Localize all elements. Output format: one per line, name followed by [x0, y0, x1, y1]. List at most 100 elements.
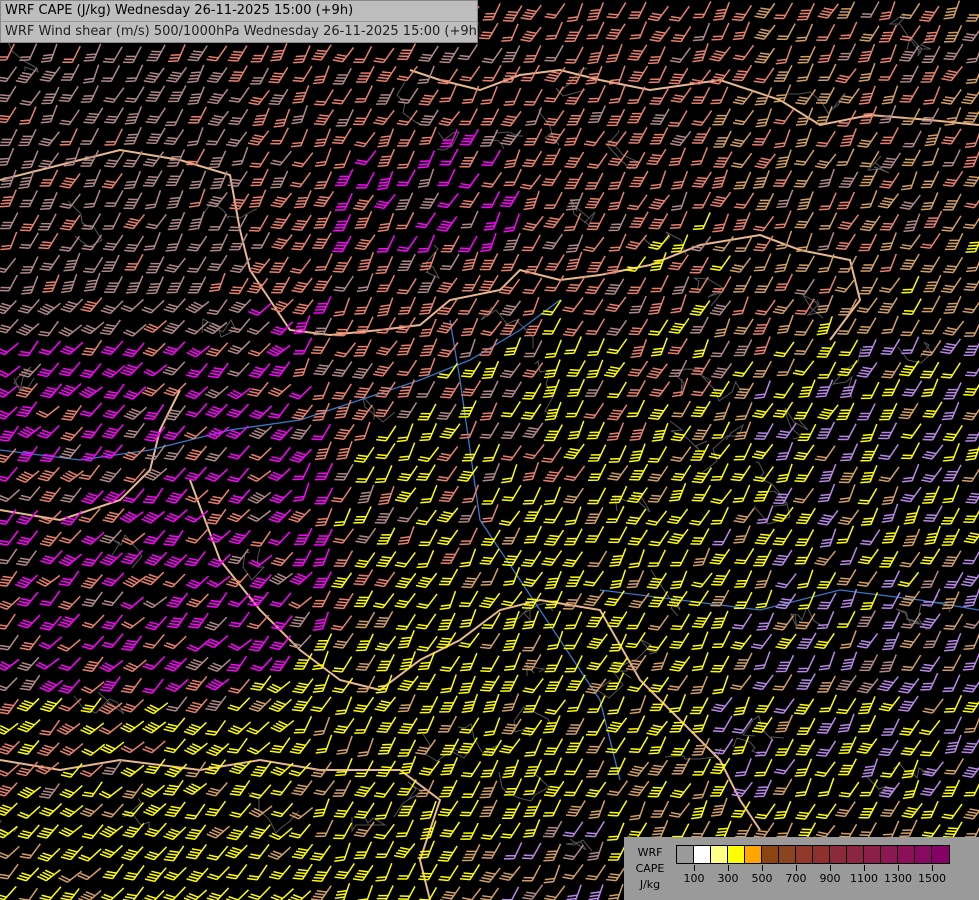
wind-barb — [461, 274, 481, 292]
wind-barb — [0, 212, 19, 230]
wind-barb — [731, 4, 753, 22]
legend-tick-label: 1300 — [884, 872, 912, 885]
wind-barb — [900, 253, 920, 271]
wind-barb — [227, 697, 251, 712]
wind-barb — [500, 674, 519, 692]
wind-barb — [774, 273, 794, 292]
wind-barb — [248, 824, 271, 840]
wind-barb — [357, 251, 375, 272]
wind-barb — [649, 381, 671, 397]
wind-barb — [901, 654, 922, 672]
wind-barb — [818, 63, 837, 82]
wind-barb — [690, 400, 711, 418]
wind-barb — [861, 758, 879, 778]
wind-barb — [206, 887, 230, 900]
wind-barb — [0, 466, 18, 482]
wind-barb — [503, 149, 521, 169]
wind-barb — [19, 634, 41, 651]
wind-barb — [901, 336, 920, 355]
wind-barb — [144, 190, 162, 210]
wind-barb — [648, 736, 667, 755]
wind-barb — [922, 444, 944, 460]
wind-barb — [334, 463, 354, 481]
wind-barb — [17, 298, 40, 314]
wind-barb — [608, 213, 627, 232]
wind-barb — [817, 777, 835, 797]
wind-barb — [83, 169, 102, 188]
wind-barb — [565, 800, 586, 817]
wind-barb — [99, 467, 122, 483]
wind-barb — [313, 317, 332, 336]
wind-barb — [814, 445, 836, 462]
wind-barb — [354, 552, 376, 568]
wind-barb — [289, 806, 314, 820]
wind-barb — [712, 715, 733, 733]
wind-barb — [522, 422, 544, 439]
wind-barb — [713, 151, 733, 168]
wind-barb — [671, 464, 692, 482]
wind-barb — [162, 573, 186, 588]
wind-barb — [335, 696, 353, 715]
wind-barb — [607, 780, 629, 797]
wind-barb — [101, 365, 126, 378]
wind-barb — [229, 760, 252, 775]
wind-barb — [609, 548, 627, 567]
wind-barb — [59, 193, 81, 209]
wind-barb — [40, 550, 63, 565]
wind-barb — [142, 342, 166, 357]
wind-barb — [16, 322, 40, 336]
wind-barb — [776, 314, 794, 334]
wind-barb — [606, 422, 625, 441]
wind-barb — [667, 110, 688, 127]
wind-barb — [80, 574, 103, 589]
wind-barb — [58, 383, 82, 397]
wind-barb — [794, 319, 814, 336]
wind-barb — [523, 88, 543, 106]
wind-barb — [315, 819, 334, 838]
wind-barb — [545, 21, 563, 40]
wind-barb — [900, 486, 922, 503]
wind-barb — [691, 572, 713, 588]
wind-barb — [291, 233, 312, 251]
wind-barb — [165, 168, 185, 187]
wind-barb — [58, 679, 81, 694]
wind-barb — [691, 820, 711, 838]
wind-barb — [0, 802, 18, 817]
wind-barb — [499, 300, 522, 316]
wind-barb — [546, 630, 564, 651]
wind-barb — [543, 738, 564, 756]
wind-barb — [814, 632, 835, 649]
wind-barb — [480, 232, 497, 253]
wind-barb — [564, 758, 584, 776]
wind-barb — [101, 614, 124, 630]
wind-barb — [248, 258, 271, 274]
wind-barb — [752, 128, 772, 146]
wind-barb — [289, 448, 312, 463]
wind-barb — [483, 211, 501, 231]
wind-barb — [334, 863, 355, 880]
wind-barb — [269, 737, 291, 754]
wind-barb — [123, 323, 147, 337]
wind-barb — [58, 698, 82, 712]
wind-barb — [420, 484, 438, 504]
wind-barb — [692, 423, 712, 441]
wind-barb — [564, 172, 584, 190]
wind-barb — [710, 255, 731, 271]
wind-barb — [289, 611, 311, 628]
wind-barb — [120, 741, 145, 754]
wind-barb — [502, 632, 520, 652]
wind-barb — [353, 46, 373, 64]
wind-barb — [667, 674, 689, 691]
wind-barb — [542, 148, 561, 166]
wind-barb — [690, 443, 710, 461]
wind-barb — [293, 716, 313, 734]
wind-barb — [795, 88, 817, 105]
wind-barb — [587, 487, 607, 505]
wind-barb — [374, 635, 397, 652]
wind-barb — [647, 614, 669, 631]
wind-barb — [566, 2, 584, 23]
wind-barb — [437, 529, 459, 546]
wind-barb — [376, 171, 394, 191]
wind-barb — [816, 341, 836, 358]
wind-barb — [273, 108, 291, 128]
